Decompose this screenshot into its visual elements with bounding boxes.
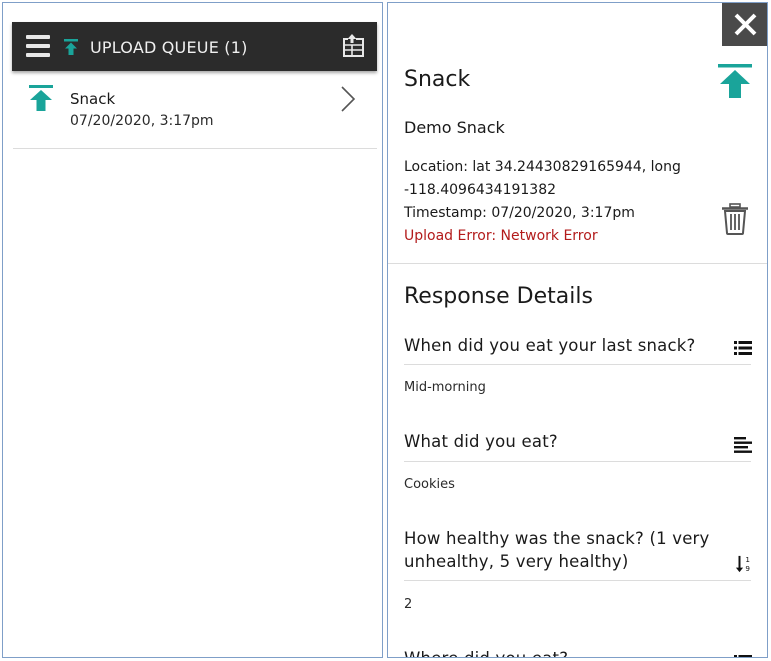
divider [388,263,767,264]
svg-text:1: 1 [745,555,750,564]
list-icon [734,341,752,355]
question-text: What did you eat? [404,432,558,451]
answer-text: 2 [404,597,413,612]
close-icon [734,13,757,36]
close-button[interactable] [722,3,767,46]
timestamp-text: Timestamp: 07/20/2020, 3:17pm [404,205,635,221]
hamburger-menu-icon[interactable] [26,34,50,58]
upload-error-text: Upload Error: Network Error [404,228,598,244]
detail-subtitle: Demo Snack [404,118,505,137]
response-details-heading: Response Details [404,284,593,309]
upload-arrow-icon [64,39,78,55]
answer-text: Mid-morning [404,380,486,395]
list-icon [734,655,752,657]
item-detail-panel: Snack Demo Snack Location: lat 34.244308… [387,2,768,658]
header-title: UPLOAD QUEUE (1) [90,38,248,57]
upload-icon[interactable] [718,64,752,98]
location-text-cont: -118.4096434191382 [404,182,557,198]
location-text: Location: lat 34.24430829165944, long [404,159,681,175]
queue-item-title: Snack [70,90,116,108]
app-header: UPLOAD QUEUE (1) [12,22,377,71]
divider [404,461,751,462]
numeric-sort-icon: 1 9 [735,555,750,573]
export-table-icon[interactable] [341,34,365,58]
detail-title: Snack [404,67,471,92]
upload-queue-panel: UPLOAD QUEUE (1) Snack 07/20/2020, 3:17p… [2,2,383,658]
trash-icon[interactable] [721,203,749,235]
question-text: How healthy was the snack? (1 very unhea… [404,529,710,571]
text-lines-icon [734,437,752,453]
divider [404,364,751,365]
svg-text:9: 9 [745,564,750,573]
queue-list-item[interactable]: Snack 07/20/2020, 3:17pm [13,71,377,149]
chevron-right-icon[interactable] [340,86,356,112]
question-text: When did you eat your last snack? [404,336,696,355]
question-text: Where did you eat? [404,647,568,657]
queue-item-timestamp: 07/20/2020, 3:17pm [70,113,214,129]
answer-text: Cookies [404,477,455,492]
upload-arrow-icon [29,85,53,111]
divider [404,580,751,581]
